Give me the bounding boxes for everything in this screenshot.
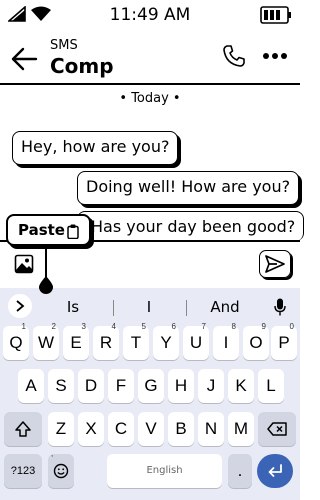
shift-key[interactable] <box>4 412 42 446</box>
key-g[interactable]: G <box>138 369 164 403</box>
on-screen-keyboard: Is I And Q1 W2 E3 R4 T5 Y6 U7 I8 O9 P0 A… <box>0 288 300 500</box>
shift-icon <box>15 421 31 437</box>
key-x[interactable]: X <box>78 412 104 446</box>
key-y[interactable]: Y6 <box>153 322 179 360</box>
key-m[interactable]: M <box>228 412 254 446</box>
enter-key[interactable] <box>257 454 293 488</box>
emoji-icon <box>53 463 69 479</box>
chevron-right-icon <box>16 300 25 312</box>
key-z[interactable]: Z <box>48 412 74 446</box>
key-f[interactable]: F <box>108 369 134 403</box>
key-w[interactable]: W2 <box>33 322 59 360</box>
status-time: 11:49 AM <box>109 5 191 25</box>
expand-toolbar-button[interactable] <box>8 294 32 318</box>
key-t[interactable]: T5 <box>123 322 149 360</box>
comma-key[interactable]: , <box>48 449 74 488</box>
suggestion-divider <box>113 300 114 316</box>
key-h[interactable]: H <box>168 369 194 403</box>
suggestion-1[interactable]: Is <box>43 298 103 316</box>
symbols-key[interactable]: ?123 <box>4 454 42 488</box>
enter-icon <box>268 464 282 477</box>
send-icon <box>265 255 285 273</box>
back-arrow-icon[interactable] <box>10 45 38 73</box>
conversation-header: SMS Comp <box>0 30 300 85</box>
microphone-icon[interactable] <box>274 298 286 316</box>
key-u[interactable]: U7 <box>183 322 209 360</box>
suggestion-divider <box>186 300 187 316</box>
send-button[interactable] <box>259 250 291 278</box>
suggestion-2[interactable]: I <box>119 298 179 316</box>
more-options-icon[interactable] <box>262 52 288 60</box>
attach-image-icon[interactable] <box>14 254 34 274</box>
key-o[interactable]: O9 <box>243 322 269 360</box>
suggestion-3[interactable]: And <box>195 298 255 316</box>
phone-icon[interactable] <box>222 44 246 68</box>
key-k[interactable]: K <box>228 369 254 403</box>
date-separator: • Today • <box>119 91 181 106</box>
text-cursor <box>45 246 47 280</box>
backspace-icon <box>267 422 287 436</box>
key-n[interactable]: N <box>198 412 224 446</box>
battery-icon <box>260 6 291 24</box>
key-p[interactable]: P0 <box>271 322 297 360</box>
key-a[interactable]: A <box>18 369 44 403</box>
cursor-handle-icon[interactable] <box>38 276 54 294</box>
backspace-key[interactable] <box>258 412 296 446</box>
contact-name: Comp <box>50 54 114 78</box>
message-bubble-incoming[interactable]: Hey, how are you? <box>12 131 179 165</box>
key-c[interactable]: C <box>108 412 134 446</box>
paste-popup[interactable]: Paste <box>6 214 91 246</box>
clipboard-icon <box>67 224 79 239</box>
key-q[interactable]: Q1 <box>3 322 29 360</box>
space-key[interactable]: English <box>107 454 222 488</box>
key-r[interactable]: R4 <box>93 322 119 360</box>
key-v[interactable]: V <box>138 412 164 446</box>
key-i[interactable]: I8 <box>213 322 239 360</box>
key-l[interactable]: L <box>258 369 284 403</box>
status-bar: 11:49 AM <box>0 0 300 30</box>
key-s[interactable]: S <box>48 369 74 403</box>
key-b[interactable]: B <box>168 412 194 446</box>
key-j[interactable]: J <box>198 369 224 403</box>
conversation-type: SMS <box>50 38 78 53</box>
key-d[interactable]: D <box>78 369 104 403</box>
suggestion-bar: Is I And <box>0 290 300 322</box>
key-e[interactable]: E3 <box>63 322 89 360</box>
message-bubble-outgoing[interactable]: Doing well! How are you? <box>77 171 300 205</box>
paste-label: Paste <box>18 221 65 239</box>
message-bubble-outgoing[interactable]: Has your day been good? <box>77 211 305 241</box>
period-key[interactable]: . <box>228 454 252 488</box>
